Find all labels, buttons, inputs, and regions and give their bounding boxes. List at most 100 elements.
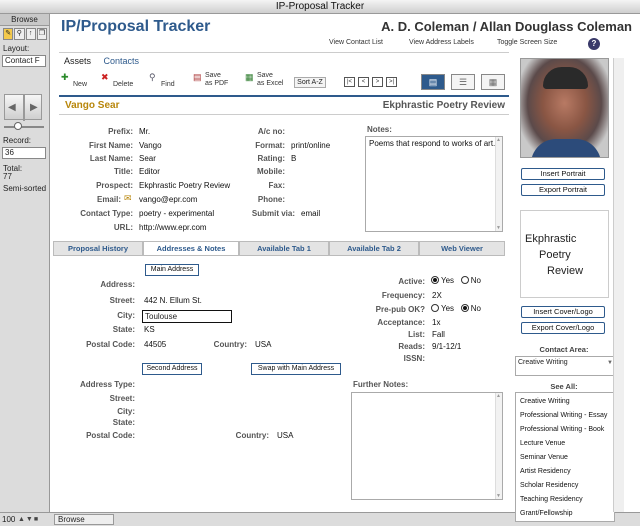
save-pdf-label: Save as PDF bbox=[205, 72, 228, 88]
zoom-controls-icon[interactable]: ▲▼■ bbox=[18, 516, 39, 523]
layout-select[interactable]: Contact F bbox=[2, 55, 46, 67]
see-all-item[interactable]: Professional Writing - Essay bbox=[520, 412, 607, 419]
see-all-item[interactable]: Creative Writing bbox=[520, 398, 570, 405]
table-view-icon[interactable]: ▦ bbox=[481, 74, 505, 90]
view-contact-list-link[interactable]: View Contact List bbox=[329, 39, 383, 46]
second-address-button[interactable]: Second Address bbox=[142, 363, 202, 375]
list-field[interactable]: Fall bbox=[432, 330, 445, 339]
browse-tool-icon[interactable]: ✎ bbox=[3, 28, 14, 40]
delete-label: Delete bbox=[113, 81, 134, 88]
tab-available-1[interactable]: Available Tab 1 bbox=[239, 241, 329, 255]
nav-tab-contacts[interactable]: Contacts bbox=[104, 56, 140, 66]
preview-tool-icon[interactable]: ❐ bbox=[36, 28, 47, 40]
record-slider-knob[interactable] bbox=[14, 122, 22, 130]
see-all-item[interactable]: Seminar Venue bbox=[520, 454, 568, 461]
mode-popup[interactable]: Browse bbox=[54, 514, 114, 525]
email-field[interactable]: vango@epr.com bbox=[139, 195, 197, 204]
tab-available-2[interactable]: Available Tab 2 bbox=[329, 241, 419, 255]
prepub-no-label: No bbox=[470, 304, 481, 313]
nav-tab-assets[interactable]: Assets bbox=[64, 56, 91, 66]
contact-type-field[interactable]: poetry - experimental bbox=[139, 209, 214, 218]
save-pdf-line1: Save bbox=[205, 72, 221, 79]
city-input[interactable]: Toulouse bbox=[142, 310, 232, 323]
tab-addresses-notes[interactable]: Addresses & Notes bbox=[143, 241, 239, 256]
first-name-field[interactable]: Vango bbox=[139, 141, 162, 150]
next-record-button[interactable]: > bbox=[372, 77, 383, 87]
record-number-field[interactable]: 36 bbox=[2, 147, 46, 159]
view-address-labels-link[interactable]: View Address Labels bbox=[409, 39, 474, 46]
active-no-label: No bbox=[470, 276, 481, 285]
see-all-item[interactable]: Teaching Residency bbox=[520, 496, 583, 503]
email-envelope-icon[interactable]: ✉ bbox=[124, 193, 132, 204]
help-icon[interactable]: ? bbox=[588, 38, 600, 50]
record-slider-track[interactable] bbox=[4, 126, 44, 128]
sort-button[interactable]: Sort A-Z bbox=[294, 77, 326, 88]
notes-scrollbar[interactable] bbox=[495, 137, 502, 231]
active-yes-radio[interactable] bbox=[431, 276, 439, 284]
prepub-no-radio[interactable] bbox=[460, 304, 469, 312]
title-field[interactable]: Editor bbox=[139, 167, 160, 176]
account-number-label: A/c no: bbox=[257, 127, 285, 136]
reads-field[interactable]: 9/1-12/1 bbox=[432, 342, 461, 351]
form-view-icon[interactable]: ▤ bbox=[421, 74, 445, 90]
toggle-screen-size-link[interactable]: Toggle Screen Size bbox=[497, 39, 557, 46]
see-all-item[interactable]: Lecture Venue bbox=[520, 440, 565, 447]
contact-type-label: Contact Type: bbox=[80, 209, 133, 218]
notes-label: Notes: bbox=[367, 125, 392, 134]
zoom-level[interactable]: 100 bbox=[2, 515, 15, 524]
notes-field[interactable]: Poems that respond to works of art. bbox=[365, 136, 503, 232]
contact-area-select[interactable]: Creative Writing ▼ bbox=[515, 356, 615, 376]
new-label: New bbox=[73, 81, 88, 88]
active-no-radio[interactable] bbox=[460, 276, 469, 284]
street-2-label: Street: bbox=[109, 394, 135, 403]
postal-code-field[interactable]: 44505 bbox=[144, 340, 166, 349]
format-field[interactable]: print/online bbox=[291, 141, 330, 150]
street-field[interactable]: 442 N. Ellum St. bbox=[144, 296, 202, 305]
see-all-item[interactable]: Professional Writing - Book bbox=[520, 426, 604, 433]
window-scrollbar[interactable] bbox=[613, 58, 624, 512]
insert-portrait-button[interactable]: Insert Portrait bbox=[521, 168, 605, 180]
status-pane: Browse ✎ ⚲ ↑ ❐ Layout: Contact F ◀ ▶ Rec… bbox=[0, 14, 50, 512]
main-address-button[interactable]: Main Address bbox=[145, 264, 199, 276]
last-name-field[interactable]: Sear bbox=[139, 154, 156, 163]
see-all-item[interactable]: Artist Residency bbox=[520, 468, 571, 475]
last-name-label: Last Name: bbox=[89, 154, 133, 163]
previous-record-button[interactable]: < bbox=[358, 77, 369, 87]
further-notes-scrollbar[interactable] bbox=[495, 393, 502, 499]
see-all-item[interactable]: Scholar Residency bbox=[520, 482, 578, 489]
url-field[interactable]: http://www.epr.com bbox=[139, 223, 207, 232]
layout-tool-icon[interactable]: ↑ bbox=[25, 28, 36, 40]
save-pdf-line2: as PDF bbox=[205, 80, 229, 87]
list-view-icon[interactable]: ☰ bbox=[451, 74, 475, 90]
country-field[interactable]: USA bbox=[255, 340, 271, 349]
country-2-field[interactable]: USA bbox=[277, 431, 293, 440]
frequency-field[interactable]: 2X bbox=[432, 291, 442, 300]
tab-web-viewer[interactable]: Web Viewer bbox=[419, 241, 505, 255]
swap-address-button[interactable]: Swap with Main Address bbox=[251, 363, 341, 375]
prepub-radio-group: Yes No bbox=[431, 304, 481, 313]
submit-via-field[interactable]: email bbox=[301, 209, 320, 218]
further-notes-label: Further Notes: bbox=[353, 380, 409, 389]
prepub-yes-label: Yes bbox=[441, 304, 455, 313]
acceptance-field[interactable]: 1x bbox=[432, 318, 440, 327]
prepub-yes-radio[interactable] bbox=[431, 304, 439, 312]
last-record-button[interactable]: >| bbox=[386, 77, 397, 87]
export-cover-button[interactable]: Export Cover/Logo bbox=[521, 322, 605, 334]
rating-field[interactable]: B bbox=[291, 154, 296, 163]
further-notes-field[interactable] bbox=[351, 392, 503, 500]
prospect-field[interactable]: Ekphrastic Poetry Review bbox=[139, 181, 230, 190]
next-record-icon[interactable]: ▶ bbox=[30, 102, 38, 113]
previous-record-icon[interactable]: ◀ bbox=[8, 102, 16, 113]
prefix-field[interactable]: Mr. bbox=[139, 127, 150, 136]
save-excel-line1: Save bbox=[257, 72, 273, 79]
owner-name: A. D. Coleman / Allan Douglass Coleman bbox=[381, 19, 632, 34]
see-all-item[interactable]: Grant/Fellowship bbox=[520, 510, 573, 517]
tab-proposal-history[interactable]: Proposal History bbox=[53, 241, 143, 255]
first-record-button[interactable]: |< bbox=[344, 77, 355, 87]
insert-cover-button[interactable]: Insert Cover/Logo bbox=[521, 306, 605, 318]
state-field[interactable]: KS bbox=[144, 325, 155, 334]
export-portrait-button[interactable]: Export Portrait bbox=[521, 184, 605, 196]
find-tool-icon[interactable]: ⚲ bbox=[14, 28, 25, 40]
book-navigator[interactable]: ◀ ▶ bbox=[4, 94, 42, 121]
state-label: State: bbox=[112, 325, 135, 334]
